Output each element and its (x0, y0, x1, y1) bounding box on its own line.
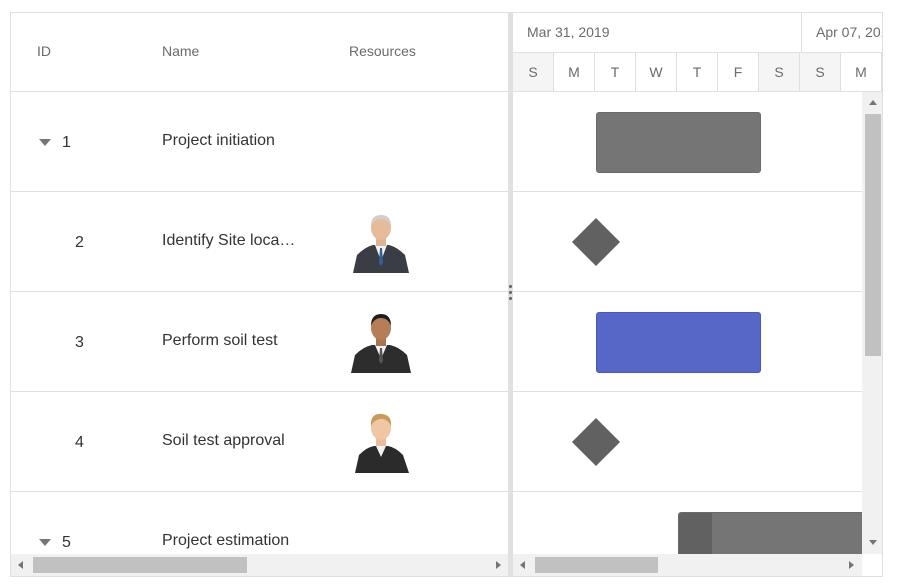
chart-row (513, 392, 862, 492)
chart-horizontal-scrollbar[interactable] (513, 554, 862, 576)
day-label: M (554, 53, 595, 91)
table-row[interactable]: 3 Perform soil test (11, 292, 508, 392)
resource-avatar (351, 311, 411, 373)
task-name: Soil test approval (162, 432, 285, 449)
man-portrait-dark-hair-icon (351, 314, 411, 373)
timeline-chart: Mar 31, 2019 Apr 07, 2019 S M T W T F S … (513, 13, 882, 576)
column-header-id[interactable]: ID (37, 43, 51, 59)
task-id: 2 (75, 234, 84, 251)
day-label: T (595, 53, 636, 91)
scroll-right-icon[interactable] (849, 561, 854, 569)
task-name: Perform soil test (162, 332, 278, 349)
scroll-up-icon[interactable] (869, 100, 877, 105)
column-header-resources[interactable]: Resources (349, 43, 416, 59)
scroll-left-icon[interactable] (18, 561, 23, 569)
table-row[interactable]: 2 Identify Site location (11, 192, 508, 292)
chart-row (513, 192, 862, 292)
timeline-day-header: S M T W T F S S M (513, 53, 882, 92)
task-grid: ID Name Resources 1 Project initiation 2… (11, 13, 508, 576)
collapse-caret-icon[interactable] (39, 139, 51, 146)
scroll-right-icon[interactable] (496, 561, 501, 569)
timeline-week-header: Mar 31, 2019 Apr 07, 2019 (513, 13, 882, 53)
collapse-caret-icon[interactable] (39, 539, 51, 546)
parent-task-bar[interactable] (678, 512, 862, 554)
progress-fill (679, 513, 712, 554)
chart-row (513, 292, 862, 392)
resource-avatar (351, 411, 411, 473)
task-name: Project estimation (162, 532, 290, 549)
day-label: S (513, 53, 554, 91)
milestone-diamond[interactable] (571, 417, 621, 467)
grid-horizontal-scrollbar[interactable] (11, 554, 508, 576)
table-row[interactable]: 1 Project initiation (11, 92, 508, 192)
day-label: F (718, 53, 759, 91)
week-label: Apr 07, 2019 (816, 24, 882, 40)
scrollbar-thumb[interactable] (33, 557, 247, 573)
day-label: S (800, 53, 841, 91)
task-name: Project initiation (162, 132, 275, 149)
task-id: 4 (75, 434, 84, 451)
man-portrait-light-hair-icon (355, 413, 409, 473)
scroll-left-icon[interactable] (520, 561, 525, 569)
chart-vertical-scrollbar[interactable] (862, 92, 882, 554)
table-row[interactable]: 5 Project estimation (11, 492, 508, 554)
grid-body: 1 Project initiation 2 Identify Site loc… (11, 92, 508, 554)
day-label: T (677, 53, 718, 91)
chart-body (513, 92, 862, 554)
drag-handle-icon[interactable] (509, 285, 512, 305)
parent-task-bar[interactable] (596, 112, 761, 173)
task-bar[interactable] (596, 312, 761, 373)
scrollbar-thumb[interactable] (535, 557, 658, 573)
task-id: 3 (75, 334, 84, 351)
scrollbar-thumb[interactable] (865, 114, 881, 356)
day-label: M (841, 53, 882, 91)
resource-avatar (351, 211, 411, 273)
week-label: Mar 31, 2019 (513, 13, 802, 53)
task-id: 5 (62, 534, 71, 551)
man-portrait-gray-hair-icon (353, 215, 409, 273)
day-label: W (636, 53, 677, 91)
table-row[interactable]: 4 Soil test approval (11, 392, 508, 492)
chart-row (513, 92, 862, 192)
day-label: S (759, 53, 800, 91)
scroll-down-icon[interactable] (869, 540, 877, 545)
task-id: 1 (62, 134, 71, 151)
gantt-chart: ID Name Resources 1 Project initiation 2… (10, 12, 883, 577)
grid-header: ID Name Resources (11, 13, 508, 92)
task-name: Identify Site location (162, 232, 296, 249)
chart-row (513, 492, 862, 554)
column-header-name[interactable]: Name (162, 43, 199, 59)
milestone-diamond[interactable] (571, 217, 621, 267)
